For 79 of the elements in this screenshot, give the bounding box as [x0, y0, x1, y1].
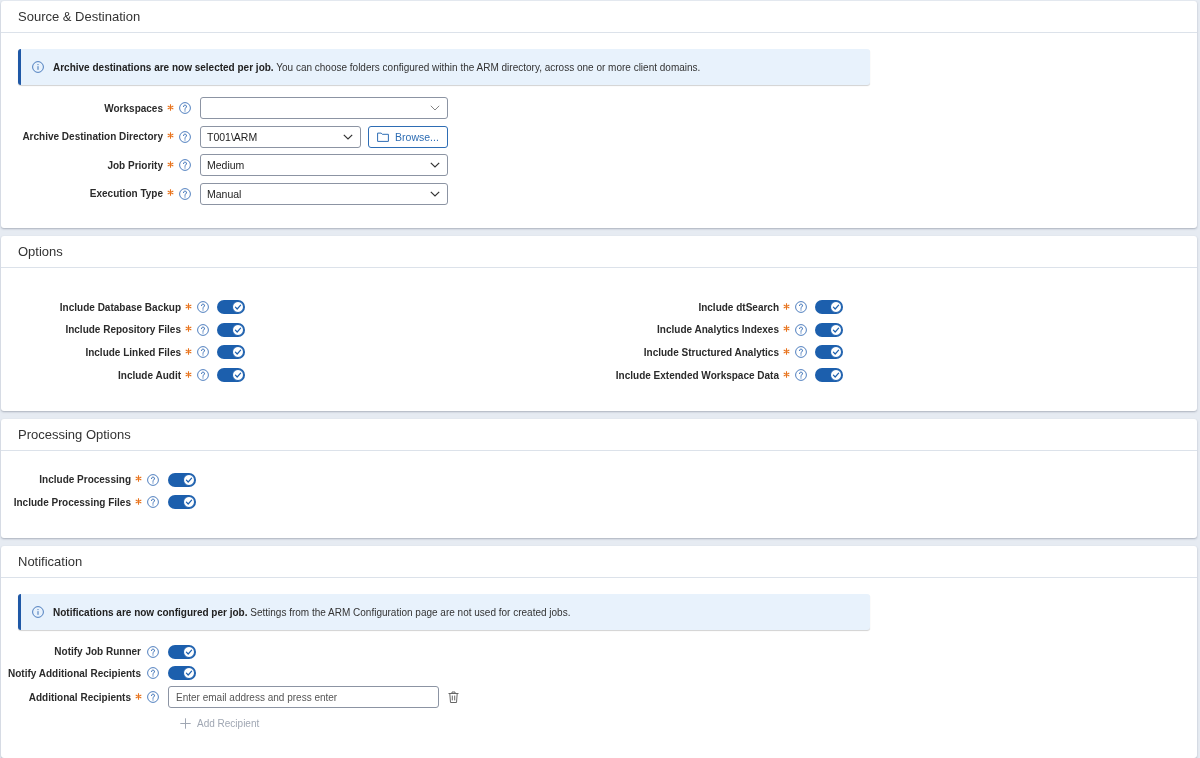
help-icon[interactable]	[197, 369, 209, 382]
check-knob-icon	[183, 473, 195, 486]
toggle-switch[interactable]	[815, 345, 843, 360]
field-label: Include Linked Files	[85, 346, 181, 358]
toggle-switch[interactable]	[168, 644, 196, 659]
section-title: Processing Options	[18, 427, 131, 443]
dropdown[interactable]: T001\ARM	[200, 125, 361, 148]
check-knob-icon	[232, 369, 244, 382]
help-icon[interactable]	[147, 691, 159, 704]
field-label: Archive Destination Directory	[22, 131, 163, 142]
field-label: Include Audit	[118, 369, 181, 381]
help-icon[interactable]	[795, 301, 807, 313]
email-input[interactable]: Enter email address and press enter	[168, 686, 439, 709]
check-knob-icon	[183, 667, 195, 680]
toggle-switch[interactable]	[168, 666, 196, 681]
toggle-switch[interactable]	[168, 472, 196, 487]
toggle-switch[interactable]	[217, 300, 245, 314]
help-icon[interactable]	[197, 346, 209, 359]
check-knob-icon	[183, 496, 195, 509]
check-knob-icon	[232, 323, 244, 336]
toggle-switch[interactable]	[815, 368, 843, 383]
field-label: Include Analytics Indexes	[657, 324, 779, 336]
trash-icon[interactable]	[448, 691, 459, 704]
section-title: Options	[18, 244, 63, 259]
chevron-down-icon	[343, 133, 353, 140]
help-icon[interactable]	[179, 159, 191, 171]
chevron-down-icon	[430, 190, 440, 197]
check-knob-icon	[830, 369, 842, 382]
browse-button[interactable]: Browse...	[368, 125, 448, 148]
info-message: Notifications are now configured per job. Settings from the ARM Configuration page are not used for created jobs.	[53, 606, 571, 618]
toggle-switch[interactable]	[815, 300, 843, 314]
help-icon[interactable]	[147, 473, 159, 486]
help-icon[interactable]	[179, 187, 191, 200]
dropdown[interactable]	[200, 97, 448, 119]
help-icon[interactable]	[147, 496, 159, 509]
field-label: Notify Job Runner	[54, 646, 141, 658]
plus-icon	[180, 717, 191, 729]
folder-icon	[377, 131, 390, 142]
field-label: Include Processing Files	[13, 496, 131, 508]
help-icon[interactable]	[147, 645, 159, 658]
info-icon	[32, 606, 44, 619]
field-label: Include Repository Files	[65, 324, 181, 336]
field-label: Include Processing	[39, 474, 131, 486]
field-label: Include Structured Analytics	[643, 346, 779, 358]
help-icon[interactable]	[197, 323, 209, 336]
toggle-switch[interactable]	[815, 322, 843, 337]
help-icon[interactable]	[147, 667, 159, 680]
toggle-switch[interactable]	[168, 495, 196, 510]
toggle-switch[interactable]	[217, 345, 245, 360]
field-label: Execution Type	[89, 188, 163, 199]
dropdown[interactable]: Medium	[200, 154, 448, 176]
section-title: Source & Destination	[18, 9, 141, 24]
help-icon[interactable]	[795, 369, 807, 382]
field-label: Additional Recipients	[28, 691, 131, 703]
field-label: Include dtSearch	[698, 301, 779, 313]
check-knob-icon	[232, 346, 244, 359]
help-icon[interactable]	[179, 130, 191, 143]
chevron-down-icon	[430, 105, 440, 111]
check-knob-icon	[830, 301, 842, 313]
dropdown[interactable]: Manual	[200, 182, 448, 205]
chevron-down-icon	[430, 162, 440, 168]
toggle-switch[interactable]	[217, 322, 245, 337]
check-knob-icon	[830, 346, 842, 359]
field-label: Notify Additional Recipients	[8, 667, 141, 679]
field-label: Workspaces	[104, 102, 163, 114]
field-label: Include Extended Workspace Data	[615, 369, 779, 381]
check-knob-icon	[183, 645, 195, 658]
help-icon[interactable]	[795, 346, 807, 359]
help-icon[interactable]	[179, 102, 191, 114]
check-knob-icon	[830, 323, 842, 336]
section-title: Notification	[18, 554, 83, 570]
check-knob-icon	[232, 301, 244, 313]
toggle-switch[interactable]	[217, 368, 245, 383]
field-label: Job Priority	[107, 159, 163, 171]
help-icon[interactable]	[795, 323, 807, 336]
field-label: Include Database Backup	[59, 301, 181, 313]
help-icon[interactable]	[197, 301, 209, 313]
info-message: Archive destinations are now selected per job. You can choose folders configured within the ARM directory, across one or more client domains.	[53, 61, 701, 73]
info-icon	[32, 61, 44, 73]
